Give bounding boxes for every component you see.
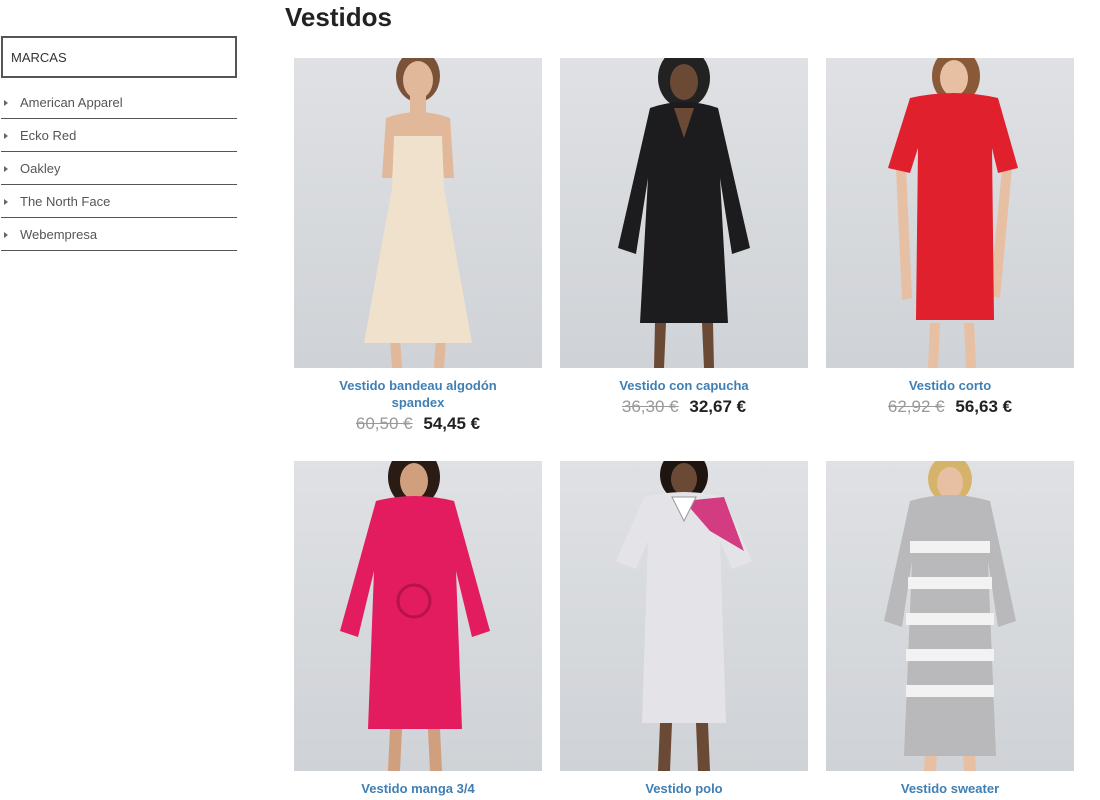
brand-link-ecko-red[interactable]: Ecko Red [1, 120, 237, 152]
brand-label: The North Face [20, 194, 111, 209]
caret-right-icon [4, 165, 8, 172]
product-image[interactable] [294, 461, 542, 771]
product-card: Vestido manga 3/4 [294, 461, 542, 797]
price-row: 62,92 € 56,63 € [826, 396, 1074, 418]
brand-label: American Apparel [20, 95, 123, 110]
price-row: 36,30 € 32,67 € [560, 396, 808, 418]
page: MARCAS American Apparel Ecko Red Oakley … [0, 0, 1100, 800]
product-name-link[interactable]: Vestido con capucha [560, 377, 808, 394]
brand-link-oakley[interactable]: Oakley [1, 153, 237, 185]
dress-shape [884, 495, 1016, 756]
product-name-link[interactable]: Vestido manga 3/4 [294, 780, 542, 797]
brands-sidebar: MARCAS American Apparel Ecko Red Oakley … [1, 36, 237, 252]
product-name-link[interactable]: Vestido bandeau algodón spandex [294, 377, 542, 411]
caret-right-icon [4, 99, 8, 106]
page-title: Vestidos [285, 2, 392, 32]
price-row: 60,50 € 54,45 € [294, 413, 542, 435]
dress-model-illustration [364, 58, 472, 368]
dress-model-illustration [616, 461, 752, 771]
product-card: Vestido corto 62,92 € 56,63 € [826, 58, 1074, 461]
brand-label: Webempresa [20, 227, 98, 242]
product-card: Vestido con capucha 36,30 € 32,67 € [560, 58, 808, 461]
sale-price: 54,45 € [423, 414, 481, 433]
caret-right-icon [4, 231, 8, 238]
sale-price: 32,67 € [689, 397, 747, 416]
product-card: Vestido bandeau algodón spandex 60,50 € … [294, 58, 542, 461]
old-price: 60,50 € [355, 414, 413, 433]
product-name-link[interactable]: Vestido sweater [826, 780, 1074, 797]
product-image[interactable] [294, 58, 542, 368]
sale-price: 56,63 € [955, 397, 1013, 416]
caret-right-icon [4, 198, 8, 205]
brand-link-webempresa[interactable]: Webempresa [1, 219, 237, 251]
product-name-link[interactable]: Vestido polo [560, 780, 808, 797]
product-name-link[interactable]: Vestido corto [826, 377, 1074, 394]
dress-shape [364, 136, 472, 343]
product-grid: Vestido bandeau algodón spandex 60,50 € … [294, 58, 1076, 797]
product-image[interactable] [560, 58, 808, 368]
product-image[interactable] [826, 461, 1074, 771]
brand-label: Ecko Red [20, 128, 77, 143]
dress-shape [340, 496, 490, 729]
product-image[interactable] [826, 58, 1074, 368]
brands-header: MARCAS [1, 36, 237, 78]
product-image[interactable] [560, 461, 808, 771]
dress-model-illustration [884, 461, 1016, 771]
product-card: Vestido sweater [826, 461, 1074, 797]
old-price: 36,30 € [621, 397, 679, 416]
brand-list: American Apparel Ecko Red Oakley The Nor… [1, 87, 237, 251]
dress-model-illustration [340, 461, 490, 771]
brand-link-american-apparel[interactable]: American Apparel [1, 87, 237, 119]
caret-right-icon [4, 132, 8, 139]
old-price: 62,92 € [887, 397, 945, 416]
dress-model-illustration [888, 58, 1018, 368]
product-card: Vestido polo [560, 461, 808, 797]
brand-label: Oakley [20, 161, 61, 176]
dress-model-illustration [618, 58, 750, 368]
brand-link-the-north-face[interactable]: The North Face [1, 186, 237, 218]
